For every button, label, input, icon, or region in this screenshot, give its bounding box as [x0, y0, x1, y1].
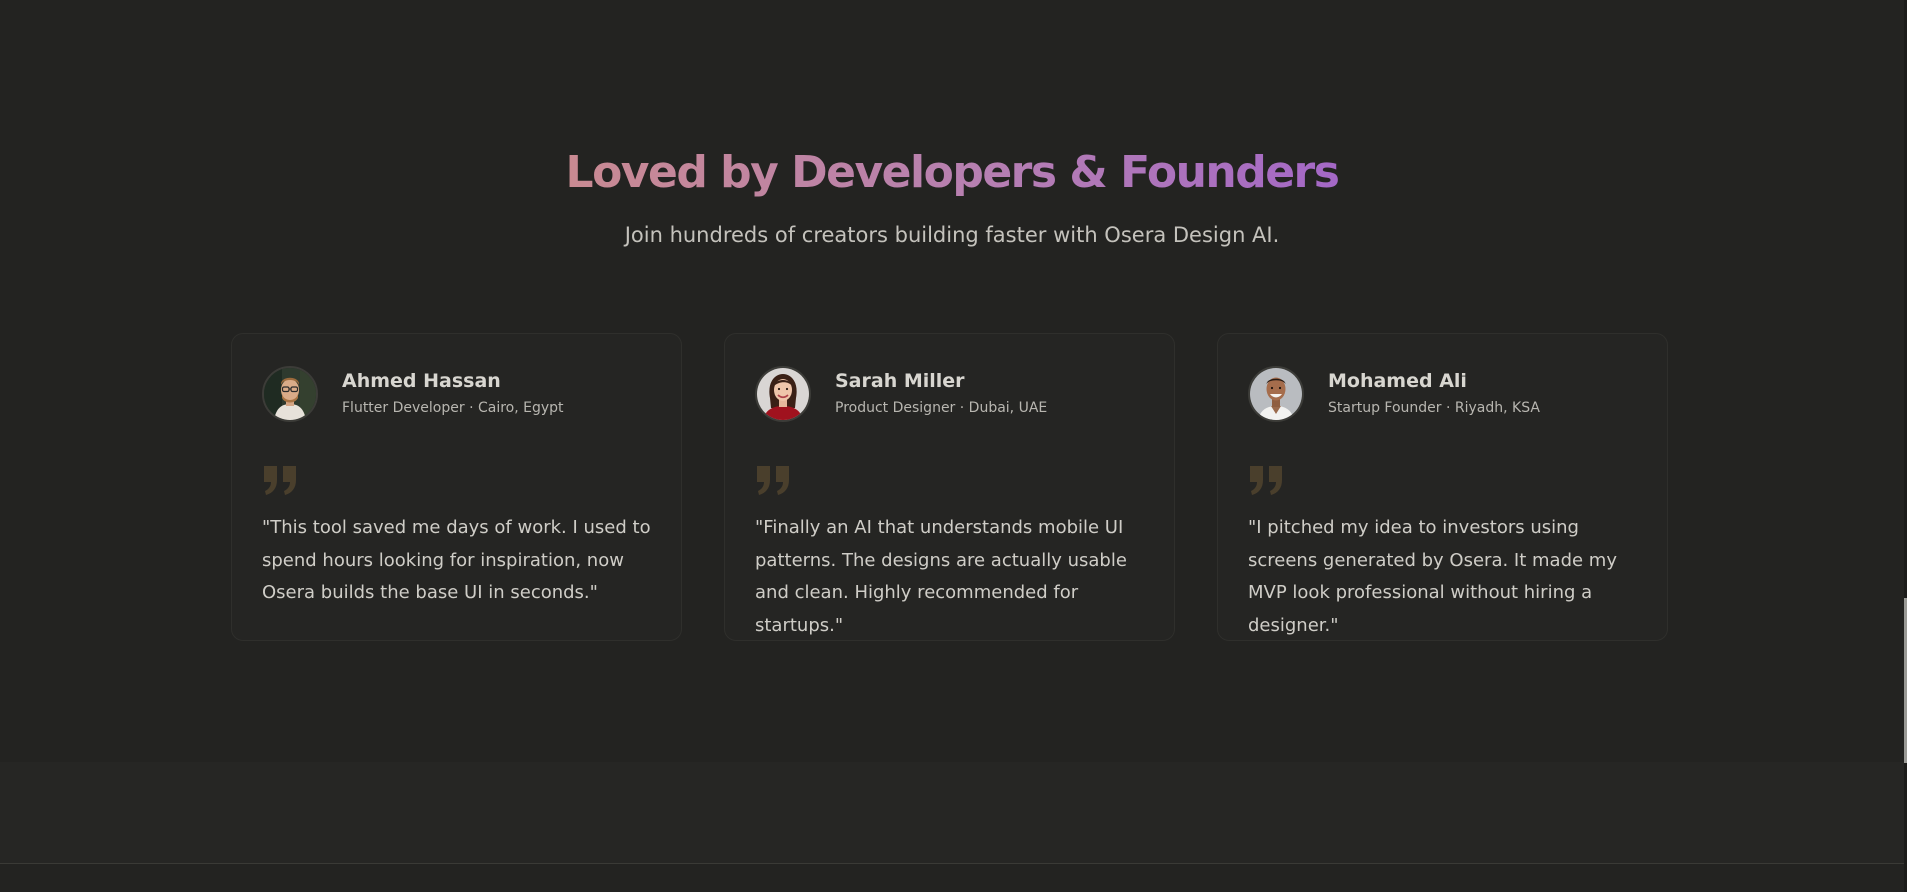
avatar [755, 366, 811, 422]
quote-icon [1248, 464, 1286, 496]
testimonials-section: Loved by Developers & Founders Join hund… [0, 0, 1904, 762]
testimonial-quote: "Finally an AI that understands mobile U… [755, 517, 1127, 636]
quote-icon [262, 464, 300, 496]
testimonial-card: Sarah Miller Product Designer · Dubai, U… [724, 333, 1175, 641]
testimonial-card: Mohamed Ali Startup Founder · Riyadh, KS… [1217, 333, 1668, 641]
avatar [262, 366, 318, 422]
testimonial-name: Mohamed Ali [1328, 370, 1467, 392]
footer-band [0, 864, 1904, 892]
section-title: Loved by Developers & Founders [565, 147, 1340, 198]
quote-icon [755, 464, 793, 496]
testimonials-page: Loved by Developers & Founders Join hund… [0, 0, 1907, 892]
testimonial-role: Startup Founder · Riyadh, KSA [1328, 400, 1540, 416]
section-subtitle: Join hundreds of creators building faste… [624, 223, 1280, 247]
testimonial-name: Ahmed Hassan [342, 370, 501, 392]
testimonial-card: Ahmed Hassan Flutter Developer · Cairo, … [231, 333, 682, 641]
testimonial-role: Product Designer · Dubai, UAE [835, 400, 1048, 416]
testimonial-quote: "This tool saved me days of work. I used… [262, 517, 651, 603]
testimonial-role: Flutter Developer · Cairo, Egypt [342, 400, 564, 416]
testimonial-name: Sarah Miller [835, 370, 965, 392]
testimonial-quote: "I pitched my idea to investors using sc… [1248, 517, 1617, 636]
avatar [1248, 366, 1304, 422]
lower-band [0, 762, 1904, 863]
